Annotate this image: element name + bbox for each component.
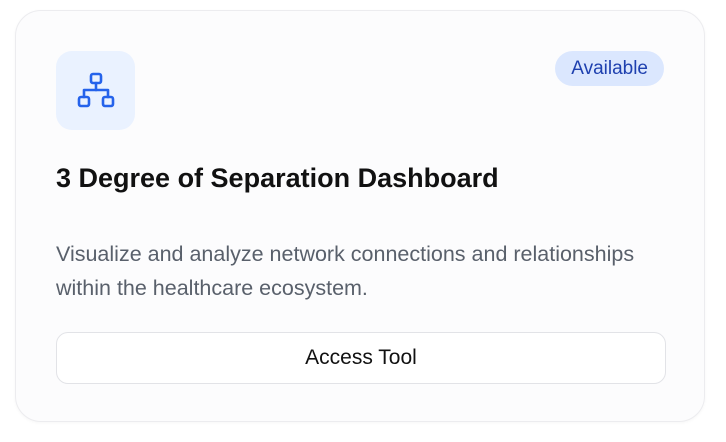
card-description: Visualize and analyze network connection… (56, 242, 635, 300)
card-title: 3 Degree of Separation Dashboard (56, 163, 499, 193)
icon-tile (56, 51, 135, 130)
status-badge: Available (555, 51, 664, 86)
access-tool-button[interactable]: Access Tool (56, 332, 666, 384)
tool-card: Available 3 Degree of Separation Dashboa… (15, 10, 705, 422)
network-hierarchy-icon (77, 72, 114, 107)
